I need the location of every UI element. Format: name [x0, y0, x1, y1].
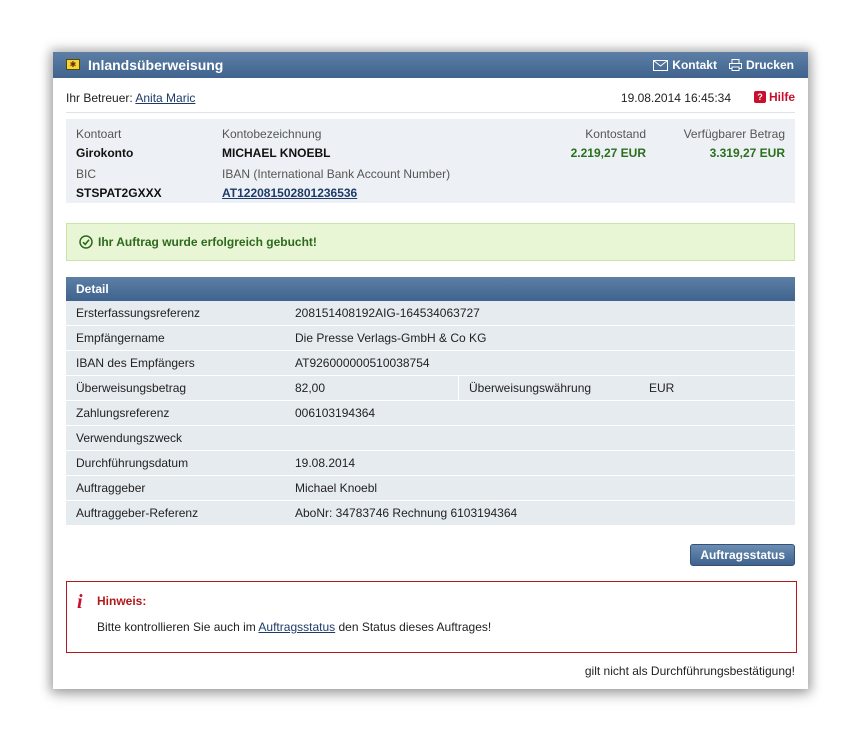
title-bar: ✱ Inlandsüberweisung Kontakt Drucken: [53, 52, 808, 78]
auftragsstatus-link[interactable]: Auftragsstatus: [258, 620, 335, 634]
detail-row: Durchführungsdatum 19.08.2014: [66, 450, 795, 476]
bic-value: STSPAT2GXXX: [76, 186, 162, 200]
detail-label: Auftraggeber: [66, 475, 285, 501]
timestamp: 19.08.2014 16:45:34: [620, 91, 731, 105]
button-row: Auftragsstatus: [66, 526, 795, 581]
advisor-label: Ihr Betreuer:: [66, 91, 133, 105]
content: Ihr Betreuer: Anita Maric 19.08.2014 16:…: [53, 78, 808, 678]
kontoart-label: Kontoart: [76, 127, 122, 141]
hilfe-link[interactable]: ? Hilfe: [753, 90, 795, 104]
hinweis-box: i Hinweis: Bitte kontrollieren Sie auch …: [66, 581, 797, 653]
window-title: Inlandsüberweisung: [88, 57, 224, 73]
detail-value: 19.08.2014: [285, 450, 795, 476]
detail-value: Michael Knoebl: [285, 475, 795, 501]
detail-label: IBAN des Empfängers: [66, 350, 285, 376]
check-circle-icon: [79, 235, 93, 249]
detail-label: Durchführungsdatum: [66, 450, 285, 476]
detail-row: Ersterfassungsreferenz 208151408192AIG-16…: [66, 301, 795, 326]
detail-row: Auftraggeber Michael Knoebl: [66, 475, 795, 501]
printer-icon: [728, 59, 742, 71]
advisor-row: Ihr Betreuer: Anita Maric 19.08.2014 16:…: [66, 78, 795, 113]
envelope-icon: [653, 59, 669, 71]
drucken-link[interactable]: Drucken: [728, 58, 794, 72]
detail-row: Zahlungsreferenz 006103194364: [66, 400, 795, 426]
detail-value: AT926000000510038754: [285, 350, 795, 376]
detail-label: Zahlungsreferenz: [66, 400, 285, 426]
iban-link[interactable]: AT122081502801236536: [222, 186, 357, 200]
kontobezeichnung-label: Kontobezeichnung: [222, 127, 322, 141]
hilfe-label: Hilfe: [768, 90, 795, 104]
verfuegbar-label: Verfügbarer Betrag: [683, 127, 785, 141]
detail-value: 82,00: [285, 375, 459, 401]
drucken-label: Drucken: [745, 58, 794, 72]
detail-label: Auftraggeber-Referenz: [66, 500, 285, 526]
hinweis-text-before: Bitte kontrollieren Sie auch im: [97, 620, 259, 634]
detail-row: Überweisungsbetrag 82,00 Überweisungswähru…: [66, 375, 795, 401]
detail-value: [285, 425, 795, 451]
account-info: Kontoart Girokonto Kontobezeichnung MICH…: [66, 119, 795, 203]
kontobezeichnung-value: MICHAEL KNOEBL: [222, 146, 331, 160]
footer-note: gilt nicht als Durchführungsbestätigung!: [584, 664, 795, 678]
title-actions: Kontakt Drucken: [653, 58, 794, 72]
detail-label: Ersterfassungsreferenz: [66, 301, 285, 326]
kontoart-value: Girokonto: [76, 146, 134, 160]
detail-label: Verwendungszweck: [66, 425, 285, 451]
hinweis-title: Hinweis:: [97, 594, 147, 608]
detail-label: Empfängername: [66, 325, 285, 351]
bic-label: BIC: [76, 167, 97, 181]
kontakt-link[interactable]: Kontakt: [653, 58, 717, 72]
detail-label: Überweisungswährung: [458, 375, 639, 401]
advisor-name-link[interactable]: Anita Maric: [135, 91, 195, 105]
hinweis-text-after: den Status dieses Auftrages!: [335, 620, 492, 634]
detail-row: Auftraggeber-Referenz AboNr: 34783746 Rec…: [66, 500, 795, 526]
detail-value: 208151408192AIG-164534063727: [285, 301, 795, 326]
detail-value: AboNr: 34783746 Rechnung 6103194364: [285, 500, 795, 526]
detail-table: Ersterfassungsreferenz 208151408192AIG-16…: [66, 301, 795, 526]
kontakt-label: Kontakt: [672, 58, 717, 72]
kontostand-label: Kontostand: [585, 127, 646, 141]
detail-row: IBAN des Empfängers AT926000000510038754: [66, 350, 795, 376]
advisor: Ihr Betreuer: Anita Maric: [66, 91, 195, 105]
detail-header: Detail: [66, 277, 795, 301]
verfuegbar-value: 3.319,27 EUR: [709, 146, 785, 160]
iban-label: IBAN (International Bank Account Number): [222, 167, 451, 181]
detail-row: Empfängername Die Presse Verlags-GmbH & C…: [66, 325, 795, 351]
transfer-window: ✱ Inlandsüberweisung Kontakt Drucken Ihr…: [53, 52, 808, 689]
help-icon: ?: [753, 91, 766, 103]
transfer-icon: ✱: [66, 59, 80, 70]
detail-value: Die Presse Verlags-GmbH & Co KG: [285, 325, 795, 351]
detail-row: Verwendungszweck: [66, 425, 795, 451]
auftragsstatus-button[interactable]: Auftragsstatus: [690, 544, 795, 566]
detail-label: Überweisungsbetrag: [66, 375, 285, 401]
info-icon: i: [77, 591, 83, 613]
hinweis-text: Bitte kontrollieren Sie auch im Auftrags…: [97, 620, 491, 634]
detail-value: 006103194364: [285, 400, 795, 426]
success-text: Ihr Auftrag wurde erfolgreich gebucht!: [98, 235, 317, 249]
success-message: Ihr Auftrag wurde erfolgreich gebucht!: [66, 223, 795, 261]
detail-value: EUR: [639, 375, 795, 401]
kontostand-value: 2.219,27 EUR: [570, 146, 646, 160]
